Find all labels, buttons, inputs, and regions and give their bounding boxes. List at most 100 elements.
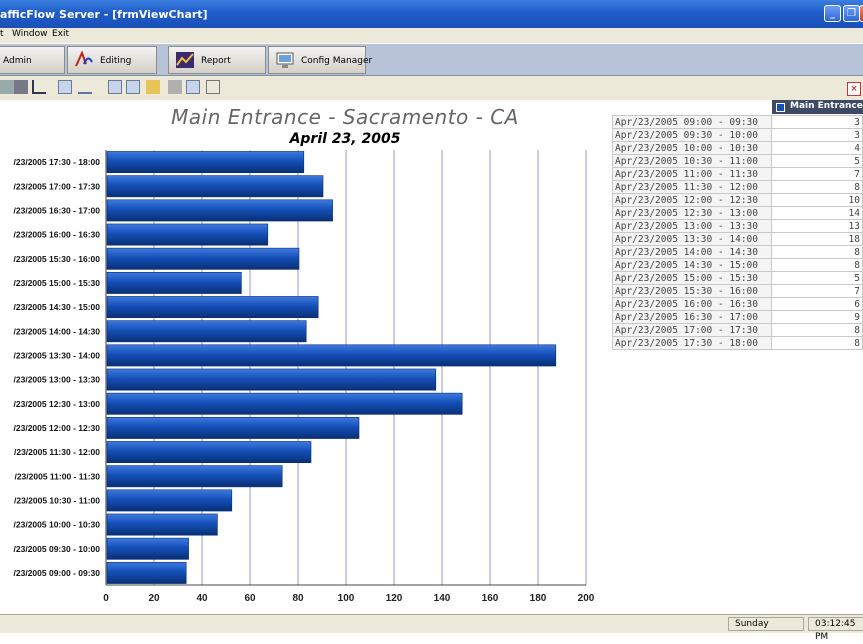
y-tick-label: /23/2005 11:00 - 11:30 <box>14 471 100 481</box>
bar <box>106 223 269 246</box>
y-tick-label: /23/2005 17:00 - 17:30 <box>14 181 101 191</box>
bar <box>106 344 557 367</box>
table-row-value: 8 <box>771 245 863 259</box>
close-button[interactable] <box>859 5 863 22</box>
table-row: Apr/23/2005 10:30 - 11:00 5 <box>611 154 863 168</box>
y-tick-label: /23/2005 12:00 - 12:30 <box>14 423 101 433</box>
table-row: Apr/23/2005 10:00 - 10:30 4 <box>611 141 863 155</box>
table-row: Apr/23/2005 14:00 - 14:30 8 <box>611 245 863 259</box>
table-row-label: Apr/23/2005 14:30 - 15:00 <box>611 258 773 272</box>
y-tick-label: /23/2005 13:00 - 13:30 <box>14 375 101 385</box>
table-row-label: Apr/23/2005 16:30 - 17:00 <box>611 310 773 324</box>
table-row-value: 8 <box>771 180 863 194</box>
table-row-value: 13 <box>771 219 863 233</box>
restore-button[interactable]: ❐ <box>843 5 860 22</box>
x-tick-label: 200 <box>578 593 595 604</box>
y-tick-label: /23/2005 11:30 - 12:00 <box>14 447 100 457</box>
close-icon[interactable]: × <box>847 82 861 96</box>
table-row-value: 3 <box>771 128 863 142</box>
y-tick-label: /23/2005 09:30 - 10:00 <box>14 544 101 554</box>
table-row: Apr/23/2005 15:00 - 15:30 5 <box>611 271 863 285</box>
x-tick-label: 180 <box>530 593 547 604</box>
bar <box>106 368 437 391</box>
table-row: Apr/23/2005 09:30 - 10:00 3 <box>611 128 863 142</box>
y-tick-label: /23/2005 13:30 - 14:00 <box>14 350 101 360</box>
table-row: Apr/23/2005 12:30 - 13:00 14 <box>611 206 863 220</box>
table-row: Apr/23/2005 13:30 - 14:00 18 <box>611 232 863 246</box>
table-row-label: Apr/23/2005 12:30 - 13:00 <box>611 206 773 220</box>
bar <box>106 320 307 343</box>
bar <box>106 271 242 294</box>
bar <box>106 392 463 415</box>
legend-label: Main Entrance <box>790 101 863 111</box>
y-tick-label: /23/2005 16:30 - 17:00 <box>14 205 101 215</box>
table-row-label: Apr/23/2005 10:30 - 11:00 <box>611 154 773 168</box>
table-row-value: 14 <box>771 206 863 220</box>
table-row-label: Apr/23/2005 17:00 - 17:30 <box>611 323 773 337</box>
table-row: Apr/23/2005 17:30 - 18:00 8 <box>611 336 863 350</box>
y-tick-label: /23/2005 09:00 - 09:30 <box>14 568 101 578</box>
bar <box>106 441 312 464</box>
x-tick-label: 100 <box>338 593 355 604</box>
table-row: Apr/23/2005 13:00 - 13:30 13 <box>611 219 863 233</box>
table-row-label: Apr/23/2005 11:00 - 11:30 <box>611 167 773 181</box>
table-row-value: 6 <box>771 297 863 311</box>
bar <box>106 513 218 536</box>
table-row-label: Apr/23/2005 09:30 - 10:00 <box>611 128 773 142</box>
bar <box>106 199 333 222</box>
table-row-value: 3 <box>771 115 863 129</box>
table-row-value: 5 <box>771 154 863 168</box>
table-row-label: Apr/23/2005 12:00 - 12:30 <box>611 193 773 207</box>
table-row-label: Apr/23/2005 15:30 - 16:00 <box>611 284 773 298</box>
table-row: Apr/23/2005 11:00 - 11:30 7 <box>611 167 863 181</box>
y-tick-label: /23/2005 15:30 - 16:00 <box>14 254 101 264</box>
table-row-value: 7 <box>771 167 863 181</box>
y-tick-label: /23/2005 10:00 - 10:30 <box>14 520 101 530</box>
table-row-value: 18 <box>771 232 863 246</box>
status-time: 03:12:45 PM <box>808 617 863 642</box>
minimize-button[interactable]: _ <box>824 5 841 22</box>
table-row-value: 9 <box>771 310 863 324</box>
table-row: Apr/23/2005 12:00 - 12:30 10 <box>611 193 863 207</box>
table-row-value: 7 <box>771 284 863 298</box>
table-row: Apr/23/2005 16:30 - 17:00 9 <box>611 310 863 324</box>
table-row-value: 8 <box>771 323 863 337</box>
table-row-label: Apr/23/2005 11:30 - 12:00 <box>611 180 773 194</box>
table-row-label: Apr/23/2005 14:00 - 14:30 <box>611 245 773 259</box>
table-row: Apr/23/2005 16:00 - 16:30 6 <box>611 297 863 311</box>
bar <box>106 561 187 584</box>
bar <box>106 296 319 319</box>
x-tick-label: 80 <box>292 593 304 604</box>
y-tick-label: /23/2005 15:00 - 15:30 <box>14 278 101 288</box>
legend-swatch <box>776 103 785 112</box>
table-row-value: 5 <box>771 271 863 285</box>
table-row: Apr/23/2005 11:30 - 12:00 8 <box>611 180 863 194</box>
bar <box>106 175 324 198</box>
x-tick-label: 160 <box>482 593 499 604</box>
y-tick-label: /23/2005 12:30 - 13:00 <box>14 399 101 409</box>
x-tick-label: 40 <box>196 593 208 604</box>
y-tick-label: /23/2005 14:30 - 15:00 <box>14 302 101 312</box>
x-tick-label: 60 <box>244 593 256 604</box>
table-row-label: Apr/23/2005 16:00 - 16:30 <box>611 297 773 311</box>
y-tick-label: /23/2005 10:30 - 11:00 <box>14 495 100 505</box>
table-row-value: 10 <box>771 193 863 207</box>
table-row-value: 4 <box>771 141 863 155</box>
y-tick-label: /23/2005 14:00 - 14:30 <box>14 326 101 336</box>
table-row-value: 8 <box>771 336 863 350</box>
table-row: Apr/23/2005 15:30 - 16:00 7 <box>611 284 863 298</box>
bar <box>106 151 305 174</box>
table-row: Apr/23/2005 17:00 - 17:30 8 <box>611 323 863 337</box>
bar <box>106 247 300 270</box>
bar <box>106 489 233 512</box>
table-row: Apr/23/2005 09:00 - 09:30 3 <box>611 115 863 129</box>
bar <box>106 537 189 560</box>
y-tick-label: /23/2005 17:30 - 18:00 <box>14 157 101 167</box>
table-row-label: Apr/23/2005 13:00 - 13:30 <box>611 219 773 233</box>
bar <box>106 416 360 439</box>
table-row-value: 8 <box>771 258 863 272</box>
data-table: Apr/23/2005 09:00 - 09:30 3 Apr/23/2005 09… <box>611 115 863 350</box>
table-row-label: Apr/23/2005 13:30 - 14:00 <box>611 232 773 246</box>
bar-chart: 0 20 40 60 80 100 120 140 160 180 200/23/2005 17:3… <box>14 150 595 604</box>
legend: Main Entrance <box>772 100 863 114</box>
